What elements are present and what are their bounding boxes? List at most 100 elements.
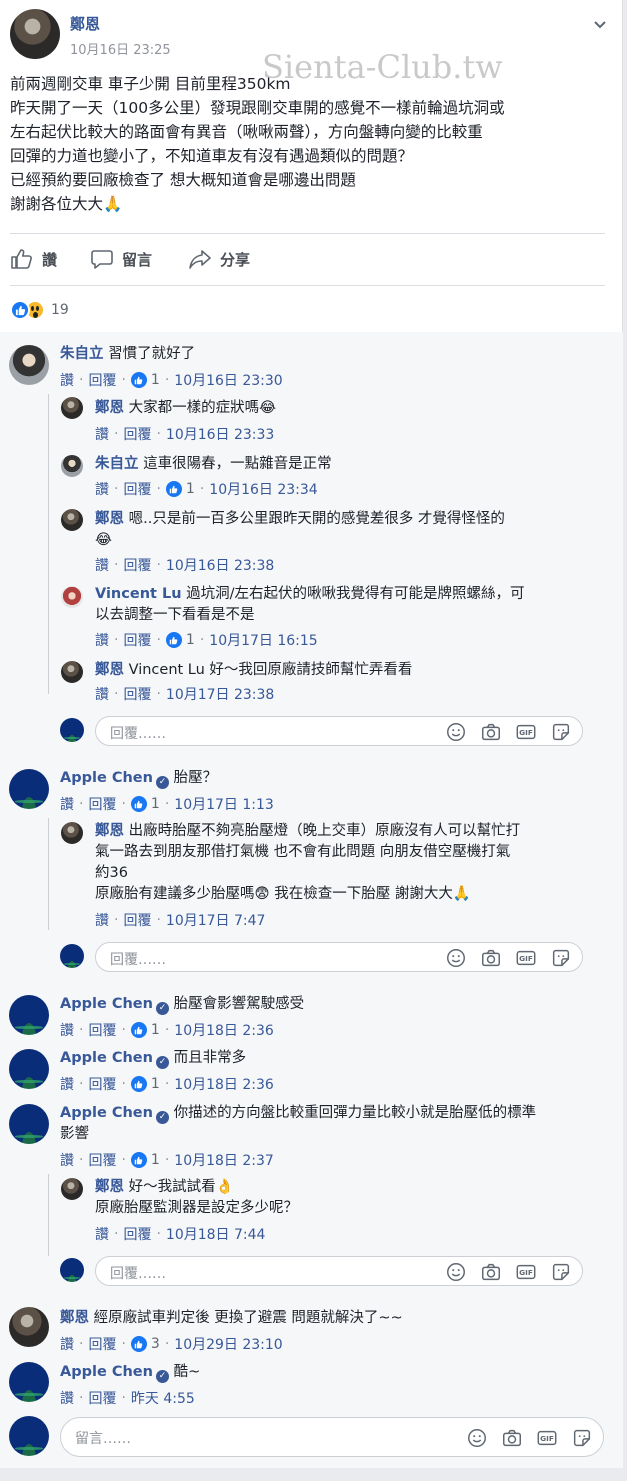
author-avatar[interactable] [10, 9, 60, 59]
comment-like-link[interactable]: 讚 [60, 1074, 74, 1094]
comment-author[interactable]: 鄭恩 [95, 511, 124, 527]
comment-like-link[interactable]: 讚 [95, 684, 109, 704]
sticker-icon[interactable] [550, 721, 572, 743]
comment-time[interactable]: 10月18日 2:36 [174, 1020, 274, 1040]
commenter-avatar[interactable] [9, 769, 49, 809]
post-author[interactable]: 鄭恩 [70, 13, 100, 34]
comment-like-count[interactable]: 1 [130, 1022, 160, 1038]
commenter-avatar[interactable] [61, 586, 83, 608]
comment-reply-link[interactable]: 回覆 [123, 424, 151, 444]
commenter-avatar[interactable] [61, 509, 83, 531]
reply-input[interactable]: 回覆…… GIF [95, 942, 583, 972]
commenter-avatar[interactable] [61, 397, 83, 419]
comment-reply-link[interactable]: 回覆 [123, 555, 151, 575]
emoji-icon[interactable] [466, 1427, 488, 1449]
comment-like-count[interactable]: 1 [165, 632, 195, 648]
sticker-icon[interactable] [550, 1261, 572, 1283]
comment-like-link[interactable]: 讚 [60, 370, 74, 390]
commenter-avatar[interactable] [61, 455, 83, 477]
comment-time[interactable]: 10月16日 23:33 [166, 424, 274, 444]
commenter-avatar[interactable] [61, 822, 83, 844]
comment-author[interactable]: 鄭恩 [95, 1179, 124, 1195]
gif-icon[interactable]: GIF [515, 721, 537, 743]
sticker-icon[interactable] [571, 1427, 593, 1449]
sticker-icon[interactable] [550, 947, 572, 969]
comment-author[interactable]: Vincent Lu [95, 586, 182, 602]
comment-reply-link[interactable]: 回覆 [88, 1020, 116, 1040]
comment-like-link[interactable]: 讚 [60, 1020, 74, 1040]
comment-reply-link[interactable]: 回覆 [88, 1150, 116, 1170]
comment-author[interactable]: 鄭恩 [60, 1310, 89, 1326]
comment-time[interactable]: 10月18日 2:37 [174, 1150, 274, 1170]
comment-like-count[interactable]: 1 [130, 1152, 160, 1168]
comment-author[interactable]: 朱自立 [60, 346, 104, 362]
emoji-icon[interactable] [445, 721, 467, 743]
gif-icon[interactable]: GIF [515, 947, 537, 969]
like-button[interactable]: 讚 [10, 247, 57, 271]
camera-icon[interactable] [480, 1261, 502, 1283]
comment-reply-link[interactable]: 回覆 [123, 1224, 151, 1244]
comment-reply-link[interactable]: 回覆 [88, 1334, 116, 1354]
comment-author[interactable]: Apple Chen [60, 1050, 153, 1066]
comment-author[interactable]: 朱自立 [95, 456, 139, 472]
comment-reply-link[interactable]: 回覆 [88, 1074, 116, 1094]
comment-like-count[interactable]: 1 [130, 372, 160, 388]
comment-like-link[interactable]: 讚 [95, 1224, 109, 1244]
commenter-avatar[interactable] [9, 345, 49, 385]
comment-like-count[interactable]: 1 [165, 481, 195, 497]
comment-reply-link[interactable]: 回覆 [123, 684, 151, 704]
share-button[interactable]: 分享 [188, 247, 250, 271]
comment-like-link[interactable]: 讚 [95, 630, 109, 650]
comment-author[interactable]: Apple Chen [60, 1364, 153, 1380]
comment-author[interactable]: 鄭恩 [95, 400, 124, 416]
comment-like-count[interactable]: 1 [130, 1076, 160, 1092]
comment-author[interactable]: Apple Chen [60, 996, 153, 1012]
comment-author[interactable]: Apple Chen [60, 770, 153, 786]
comment-like-link[interactable]: 讚 [95, 424, 109, 444]
comment-like-link[interactable]: 讚 [95, 910, 109, 930]
commenter-avatar[interactable] [9, 1049, 49, 1089]
comment-reply-link[interactable]: 回覆 [123, 630, 151, 650]
comment-time[interactable]: 10月16日 23:30 [174, 370, 282, 390]
reactions-summary[interactable]: 19 [10, 298, 69, 322]
comment-time[interactable]: 10月17日 1:13 [174, 794, 274, 814]
comment-like-link[interactable]: 讚 [60, 794, 74, 814]
comment-button[interactable]: 留言 [90, 247, 152, 271]
comment-time[interactable]: 10月17日 7:47 [166, 910, 266, 930]
commenter-avatar[interactable] [9, 1104, 49, 1144]
comment-author[interactable]: Apple Chen [60, 1105, 153, 1121]
comment-time[interactable]: 昨天 4:55 [131, 1388, 195, 1408]
comment-time[interactable]: 10月16日 23:34 [209, 479, 317, 499]
comment-time[interactable]: 10月29日 23:10 [174, 1334, 282, 1354]
commenter-avatar[interactable] [61, 661, 83, 683]
comment-time[interactable]: 10月17日 16:15 [209, 630, 317, 650]
camera-icon[interactable] [480, 721, 502, 743]
comment-author[interactable]: 鄭恩 [95, 823, 124, 839]
comment-reply-link[interactable]: 回覆 [123, 910, 151, 930]
comment-reply-link[interactable]: 回覆 [88, 794, 116, 814]
comment-author[interactable]: 鄭恩 [95, 662, 124, 678]
emoji-icon[interactable] [445, 1261, 467, 1283]
post-timestamp[interactable]: 10月16日 23:25 [70, 39, 171, 58]
commenter-avatar[interactable] [9, 1362, 49, 1402]
gif-icon[interactable]: GIF [536, 1427, 558, 1449]
comment-like-link[interactable]: 讚 [95, 479, 109, 499]
comment-reply-link[interactable]: 回覆 [123, 479, 151, 499]
comment-reply-link[interactable]: 回覆 [88, 370, 116, 390]
comment-like-link[interactable]: 讚 [95, 555, 109, 575]
comment-time[interactable]: 10月18日 2:36 [174, 1074, 274, 1094]
comment-reply-link[interactable]: 回覆 [88, 1388, 116, 1408]
reply-input[interactable]: 回覆…… GIF [95, 1256, 583, 1286]
comment-like-count[interactable]: 1 [130, 796, 160, 812]
comment-like-link[interactable]: 讚 [60, 1150, 74, 1170]
commenter-avatar[interactable] [61, 1178, 83, 1200]
gif-icon[interactable]: GIF [515, 1261, 537, 1283]
comment-input[interactable]: 留言…… GIF [60, 1417, 604, 1457]
comment-time[interactable]: 10月18日 7:44 [166, 1224, 266, 1244]
comment-time[interactable]: 10月17日 23:38 [166, 684, 274, 704]
emoji-icon[interactable] [445, 947, 467, 969]
reply-input[interactable]: 回覆…… GIF [95, 716, 583, 746]
camera-icon[interactable] [480, 947, 502, 969]
commenter-avatar[interactable] [9, 995, 49, 1035]
comment-like-count[interactable]: 3 [130, 1336, 160, 1352]
